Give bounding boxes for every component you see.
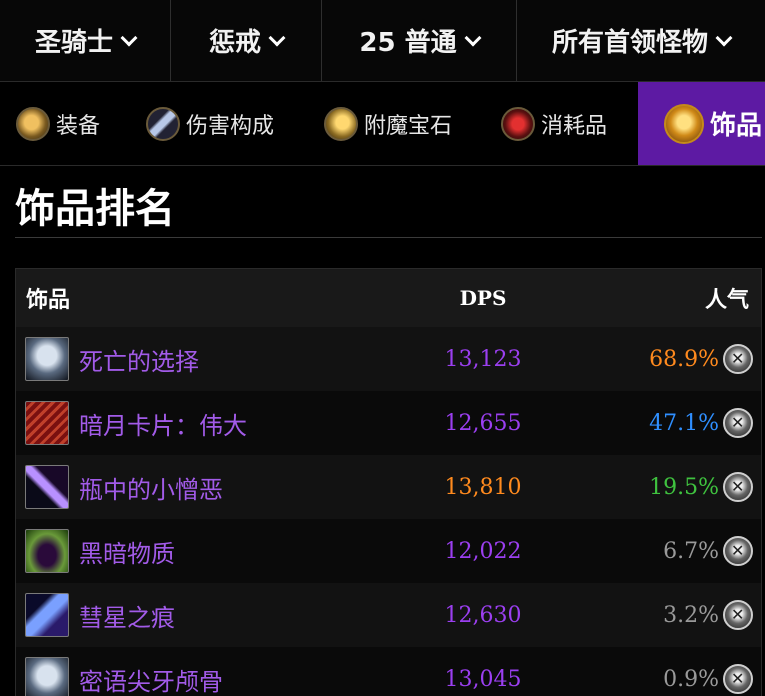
- trinket-ranking-table: 饰品 DPS 人气 死亡的选择 13,123 68.9% 暗月卡片：伟大 12,…: [15, 268, 762, 696]
- class-dropdown-label: 圣骑士: [34, 28, 113, 58]
- column-header-trinket[interactable]: 饰品: [16, 282, 404, 314]
- bottle-icon: [25, 465, 69, 509]
- trinket-cell: 瓶中的小憎恶: [16, 465, 404, 509]
- table-row[interactable]: 彗星之痕 12,630 3.2%: [16, 583, 761, 647]
- boss-dropdown[interactable]: 所有首领怪物: [517, 0, 765, 81]
- trinket-name-link[interactable]: 死亡的选择: [79, 342, 199, 377]
- sword-icon: [146, 106, 180, 141]
- table-row[interactable]: 瓶中的小憎恶 13,810 19.5%: [16, 455, 761, 519]
- spec-dropdown[interactable]: 惩戒: [171, 0, 322, 81]
- trinket-name-link[interactable]: 密语尖牙颅骨: [79, 662, 223, 696]
- popularity-cell: 47.1%: [562, 408, 761, 438]
- orb-icon: [25, 529, 69, 573]
- chevron-down-icon: [268, 29, 286, 46]
- tab-trinkets-label: 饰品: [710, 111, 763, 141]
- tab-damage-breakdown[interactable]: 伤害构成: [130, 82, 308, 165]
- page-title: 饰品排名: [15, 186, 175, 232]
- column-header-popularity[interactable]: 人气: [562, 282, 761, 314]
- popularity-value: 3.2%: [663, 602, 719, 628]
- dps-value: 13,045: [444, 666, 522, 692]
- popularity-cell: 3.2%: [562, 600, 761, 630]
- tab-consumables[interactable]: 消耗品: [485, 82, 638, 165]
- trinket-name-link[interactable]: 瓶中的小憎恶: [79, 470, 223, 505]
- tab-damage-breakdown-label: 伤害构成: [186, 113, 275, 139]
- dps-value: 13,123: [444, 346, 522, 372]
- potion-icon: [501, 106, 535, 141]
- popularity-cell: 19.5%: [562, 472, 761, 502]
- spec-dropdown-label: 惩戒: [208, 28, 261, 58]
- table-row[interactable]: 死亡的选择 13,123 68.9%: [16, 327, 761, 391]
- divider: [15, 237, 762, 238]
- table-row[interactable]: 暗月卡片：伟大 12,655 47.1%: [16, 391, 761, 455]
- tab-gear-label: 装备: [56, 113, 101, 139]
- table-row[interactable]: 黑暗物质 12,022 6.7%: [16, 519, 761, 583]
- trinket-cell: 黑暗物质: [16, 529, 404, 573]
- trinket-cell: 死亡的选择: [16, 337, 404, 381]
- chevron-down-icon: [715, 29, 733, 46]
- popularity-value: 0.9%: [663, 666, 719, 692]
- armor-icon: [16, 106, 50, 141]
- trinket-cell: 密语尖牙颅骨: [16, 657, 404, 696]
- popularity-cell: 0.9%: [562, 664, 761, 694]
- skull-crossbones-icon: [723, 536, 753, 566]
- column-header-dps[interactable]: DPS: [404, 286, 562, 310]
- class-dropdown[interactable]: 圣骑士: [0, 0, 171, 81]
- skull-icon: [25, 657, 69, 696]
- tab-gear[interactable]: 装备: [0, 82, 130, 165]
- card-icon: [25, 401, 69, 445]
- dps-value: 12,630: [444, 602, 522, 628]
- trinket-cell: 暗月卡片：伟大: [16, 401, 404, 445]
- popularity-value: 68.9%: [649, 346, 719, 372]
- popularity-value: 6.7%: [663, 538, 719, 564]
- filter-bar: 圣骑士 惩戒 25 普通 所有首领怪物: [0, 0, 765, 82]
- gem-icon: [324, 106, 358, 141]
- popularity-cell: 6.7%: [562, 536, 761, 566]
- difficulty-dropdown-label: 25 普通: [359, 28, 457, 58]
- skull-crossbones-icon: [723, 408, 753, 438]
- table-header: 饰品 DPS 人气: [16, 269, 761, 327]
- chevron-down-icon: [464, 29, 482, 46]
- skull-crossbones-icon: [723, 600, 753, 630]
- comet-icon: [25, 593, 69, 637]
- skull-icon: [25, 337, 69, 381]
- tab-bar: 装备 伤害构成 附魔宝石 消耗品 饰品: [0, 82, 765, 166]
- popularity-value: 19.5%: [649, 474, 719, 500]
- dps-value: 13,810: [444, 474, 522, 500]
- popularity-cell: 68.9%: [562, 344, 761, 374]
- trinket-cell: 彗星之痕: [16, 593, 404, 637]
- boss-dropdown-label: 所有首领怪物: [551, 28, 708, 58]
- dps-value: 12,022: [444, 538, 522, 564]
- tab-trinkets[interactable]: 饰品: [638, 82, 765, 165]
- popularity-value: 47.1%: [649, 410, 719, 436]
- table-row[interactable]: 密语尖牙颅骨 13,045 0.9%: [16, 647, 761, 696]
- dps-value: 12,655: [444, 410, 522, 436]
- table-body: 死亡的选择 13,123 68.9% 暗月卡片：伟大 12,655 47.1% …: [16, 327, 761, 696]
- skull-crossbones-icon: [723, 344, 753, 374]
- chevron-down-icon: [120, 29, 138, 46]
- tab-consumables-label: 消耗品: [541, 113, 608, 139]
- skull-crossbones-icon: [723, 472, 753, 502]
- tab-enchants-gems[interactable]: 附魔宝石: [308, 82, 485, 165]
- trinket-icon: [664, 103, 704, 144]
- tab-enchants-gems-label: 附魔宝石: [364, 113, 453, 139]
- trinket-name-link[interactable]: 黑暗物质: [79, 534, 175, 569]
- skull-crossbones-icon: [723, 664, 753, 694]
- difficulty-dropdown[interactable]: 25 普通: [322, 0, 517, 81]
- trinket-name-link[interactable]: 暗月卡片：伟大: [79, 406, 247, 441]
- trinket-name-link[interactable]: 彗星之痕: [79, 598, 175, 633]
